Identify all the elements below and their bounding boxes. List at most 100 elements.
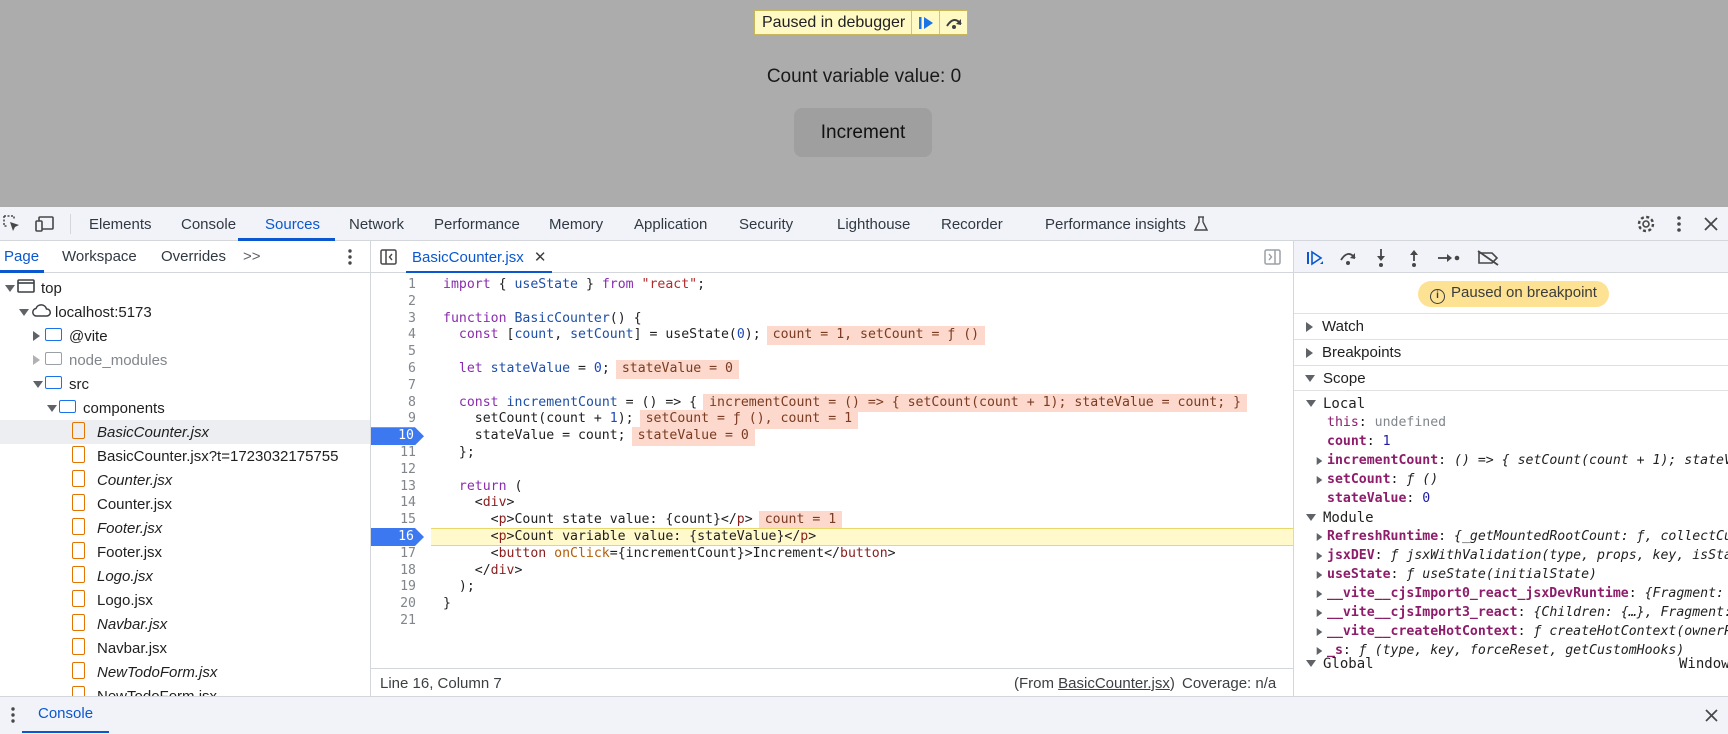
expand-arrow-icon[interactable] [33, 355, 40, 365]
expand-arrow-icon[interactable] [1316, 570, 1323, 579]
drawer-tab-console[interactable]: Console [22, 697, 110, 733]
tab-application[interactable]: Application [634, 207, 707, 241]
line-number[interactable]: 9 [371, 410, 416, 429]
line-number[interactable]: 1 [371, 276, 416, 295]
drawer-menu-icon[interactable] [10, 706, 16, 729]
expand-arrow-icon[interactable] [1316, 475, 1323, 484]
navigator-menu-icon[interactable] [346, 248, 354, 271]
collapse-arrow-icon[interactable] [33, 380, 43, 388]
tab-recorder[interactable]: Recorder [941, 207, 1003, 241]
tree-item[interactable]: Counter.jsx [0, 468, 370, 492]
expand-arrow-icon[interactable] [1316, 551, 1323, 560]
tree-item[interactable]: NewTodoForm.jsx [0, 660, 370, 684]
expand-arrow-icon[interactable] [1316, 608, 1323, 617]
increment-button[interactable]: Increment [794, 108, 932, 157]
expand-arrow-icon[interactable] [1316, 532, 1323, 541]
expand-arrow-icon[interactable] [1316, 627, 1323, 636]
scope-property-row[interactable]: __vite__createHotContext: ƒ createHotCon… [1294, 622, 1728, 641]
line-number[interactable]: 7 [371, 377, 416, 396]
collapse-arrow-icon[interactable] [47, 404, 57, 412]
line-number[interactable]: 4 [371, 326, 416, 345]
step-out-icon[interactable] [1403, 247, 1425, 269]
tree-item[interactable]: Logo.jsx [0, 564, 370, 588]
expand-arrow-icon[interactable] [1316, 589, 1323, 598]
line-number[interactable]: 20 [371, 595, 416, 614]
tab-security[interactable]: Security [739, 207, 793, 241]
toggle-navigator-icon[interactable] [380, 249, 397, 270]
tree-item[interactable]: NewTodoForm.jsx [0, 684, 370, 696]
tree-item[interactable]: Footer.jsx [0, 540, 370, 564]
tree-item[interactable]: BasicCounter.jsx?t=1723032175755 [0, 444, 370, 468]
line-number[interactable]: 2 [371, 293, 416, 312]
step-over-icon[interactable] [939, 11, 967, 34]
tab-workspace[interactable]: Workspace [62, 248, 137, 265]
tab-network[interactable]: Network [349, 207, 404, 241]
line-number[interactable]: 11 [371, 444, 416, 463]
line-number[interactable]: 14 [371, 494, 416, 513]
line-number[interactable]: 6 [371, 360, 416, 379]
device-toolbar-icon[interactable] [35, 215, 55, 238]
tab-sources[interactable]: Sources [265, 207, 320, 241]
more-tabs-chevron-icon[interactable]: >> [243, 248, 261, 265]
tab-console[interactable]: Console [181, 207, 236, 241]
tree-item[interactable]: top [0, 276, 370, 300]
tab-page[interactable]: Page [4, 248, 39, 265]
settings-gear-icon[interactable] [1636, 214, 1656, 239]
scope-module-header[interactable]: Module [1294, 508, 1728, 527]
resume-icon[interactable] [911, 11, 939, 34]
tree-item[interactable]: Footer.jsx [0, 516, 370, 540]
tab-elements[interactable]: Elements [89, 207, 152, 241]
tree-item[interactable]: Navbar.jsx [0, 636, 370, 660]
tab-memory[interactable]: Memory [549, 207, 603, 241]
inspect-element-icon[interactable] [3, 215, 21, 238]
expand-arrow-icon[interactable] [1316, 456, 1323, 465]
line-number[interactable]: 17 [371, 545, 416, 564]
line-number[interactable]: 13 [371, 478, 416, 497]
tab-lighthouse[interactable]: Lighthouse [837, 207, 910, 241]
tree-item[interactable]: components [0, 396, 370, 420]
tree-item[interactable]: Logo.jsx [0, 588, 370, 612]
step-icon[interactable] [1436, 247, 1462, 269]
scope-property-row[interactable]: count: 1 [1294, 432, 1728, 451]
scope-property-row[interactable]: setCount: ƒ () [1294, 470, 1728, 489]
scope-property-row[interactable]: useState: ƒ useState(initialState) [1294, 565, 1728, 584]
code-area[interactable]: 1 import { useState } from "react"; 2 3 func… [371, 273, 1293, 668]
tab-overrides[interactable]: Overrides [161, 248, 226, 265]
expand-arrow-icon[interactable] [33, 331, 40, 341]
tab-performance[interactable]: Performance [434, 207, 520, 241]
line-number[interactable]: 3 [371, 310, 416, 329]
line-number[interactable]: 21 [371, 612, 416, 631]
line-number[interactable]: 8 [371, 394, 416, 413]
scope-global-header[interactable]: Global Window [1294, 654, 1728, 673]
tree-item[interactable]: @vite [0, 324, 370, 348]
collapse-arrow-icon[interactable] [19, 308, 29, 316]
watch-section-header[interactable]: Watch [1294, 313, 1728, 339]
breakpoint-marker[interactable]: 10 [371, 427, 424, 446]
tree-item[interactable]: BasicCounter.jsx [0, 420, 370, 444]
source-origin-link[interactable]: BasicCounter.jsx [1058, 675, 1170, 692]
line-number[interactable]: 18 [371, 562, 416, 581]
scope-property-row[interactable]: RefreshRuntime: {_getMountedRootCount: ƒ… [1294, 527, 1728, 546]
line-number[interactable]: 12 [371, 461, 416, 480]
tree-item[interactable]: src [0, 372, 370, 396]
deactivate-breakpoints-icon[interactable] [1475, 247, 1501, 269]
scope-local-header[interactable]: Local [1294, 394, 1728, 413]
editor-file-tab[interactable]: BasicCounter.jsx ✕ [406, 241, 553, 273]
scope-property-row[interactable]: __vite__cjsImport3_react: {Children: {…}… [1294, 603, 1728, 622]
tree-item[interactable]: Counter.jsx [0, 492, 370, 516]
close-devtools-icon[interactable] [1704, 217, 1718, 236]
tree-item[interactable]: localhost:5173 [0, 300, 370, 324]
scope-property-row[interactable]: __vite__cjsImport0_react_jsxDevRuntime: … [1294, 584, 1728, 603]
scope-section-header[interactable]: Scope [1294, 365, 1728, 391]
tree-item[interactable]: Navbar.jsx [0, 612, 370, 636]
line-number[interactable]: 19 [371, 578, 416, 597]
step-into-icon[interactable] [1370, 247, 1392, 269]
line-number[interactable]: 5 [371, 343, 416, 362]
close-tab-icon[interactable]: ✕ [534, 249, 547, 266]
scope-property-row[interactable]: this: undefined [1294, 413, 1728, 432]
breakpoints-section-header[interactable]: Breakpoints [1294, 339, 1728, 365]
scope-property-row[interactable]: incrementCount: () => { setCount(count +… [1294, 451, 1728, 470]
scope-property-row[interactable]: stateValue: 0 [1294, 489, 1728, 508]
line-number[interactable]: 15 [371, 511, 416, 530]
step-over-next-call-icon[interactable] [1337, 247, 1359, 269]
